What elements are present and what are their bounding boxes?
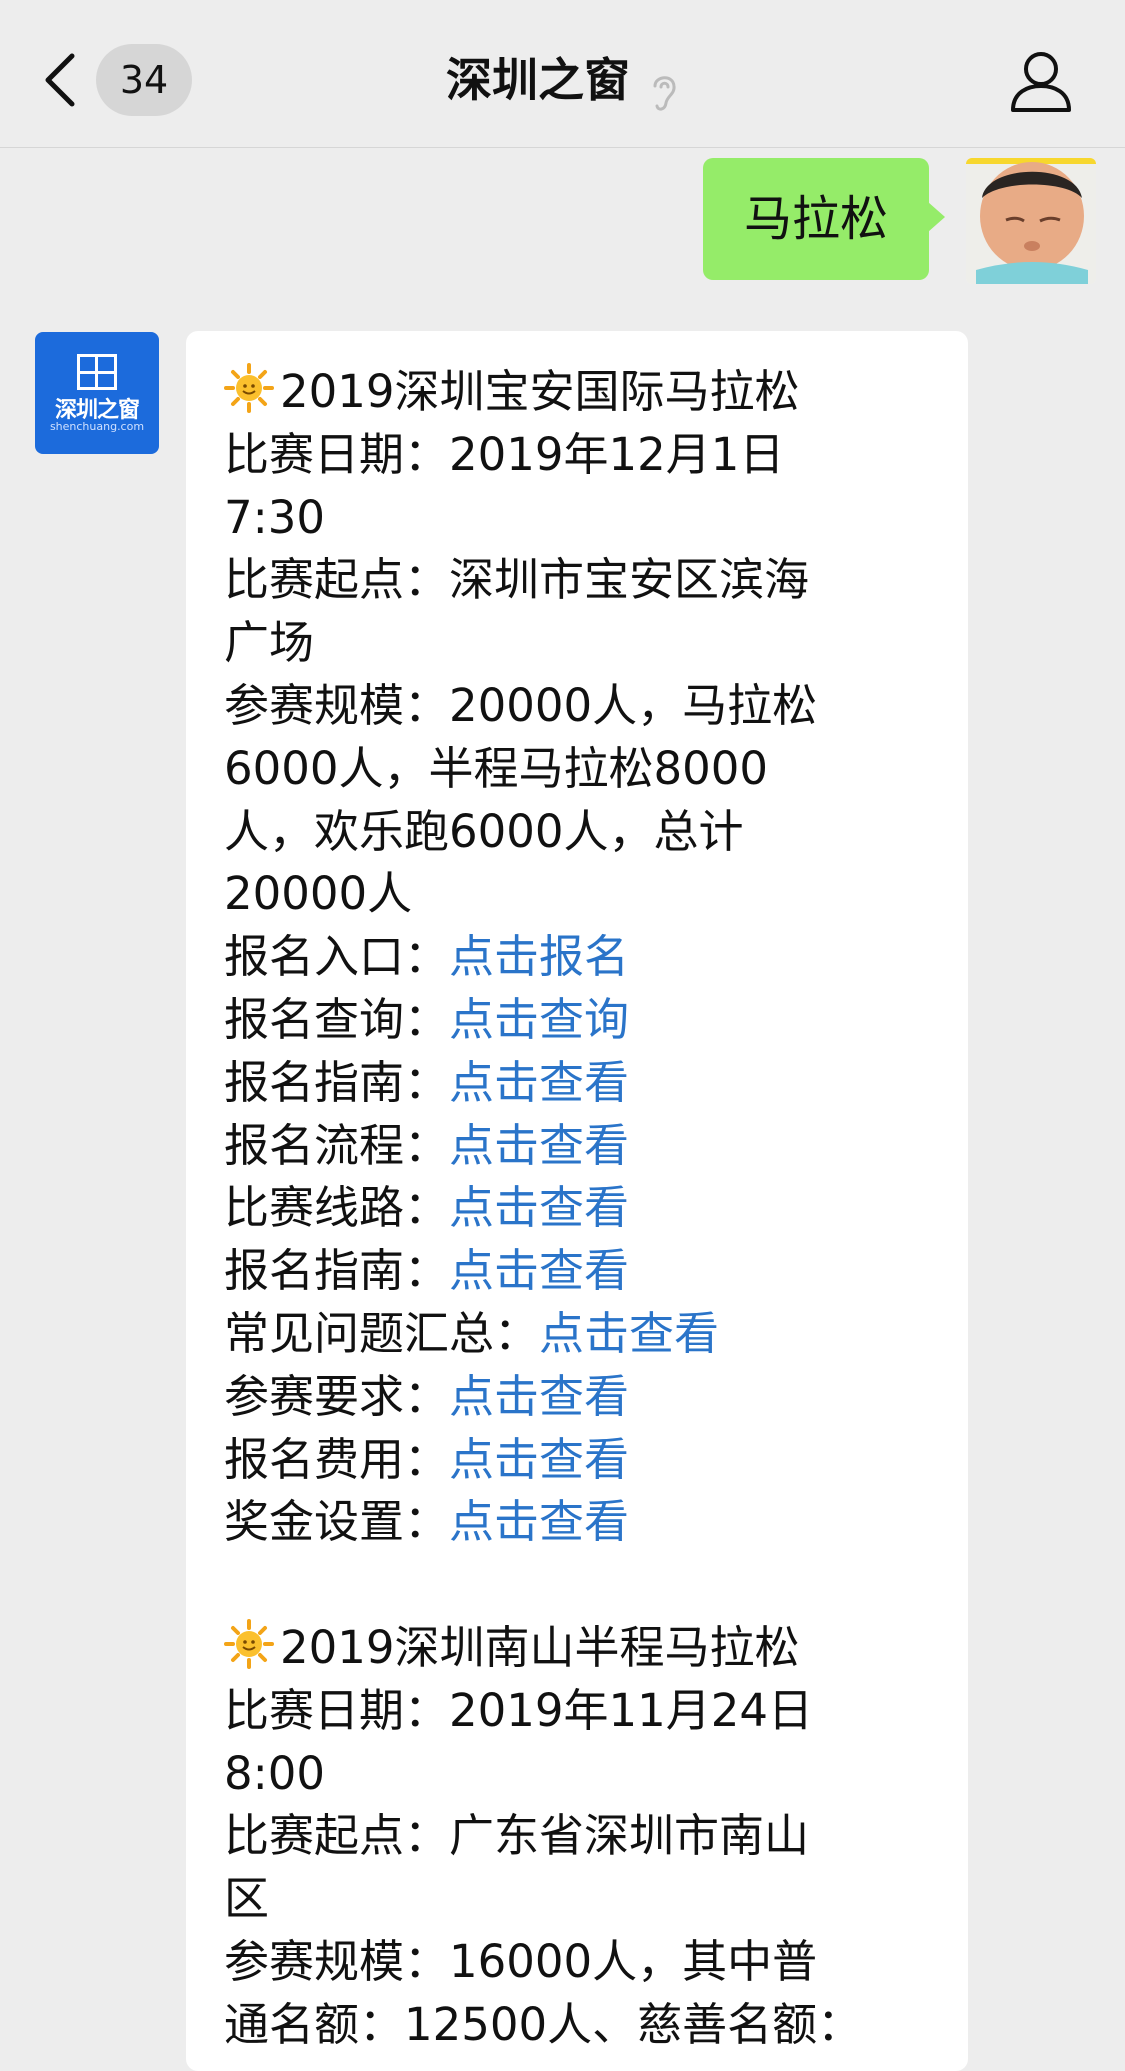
info-text-line: 20000人	[224, 863, 944, 926]
line-label: 区	[224, 1872, 270, 1926]
line-label: 常见问题汇总：	[224, 1306, 540, 1360]
window-logo-icon	[77, 354, 117, 390]
line-label: 广场	[224, 616, 315, 670]
view-link[interactable]: 点击查看	[539, 1307, 719, 1360]
info-text-line: 比赛日期：2019年12月1日	[224, 424, 944, 487]
info-text-line: 6000人，半程马拉松8000	[224, 738, 944, 801]
user-message-row: 马拉松	[0, 150, 1125, 290]
user-avatar[interactable]	[966, 158, 1096, 284]
line-label: 报名费用：	[224, 1432, 450, 1486]
view-link[interactable]: 点击查看	[449, 1181, 629, 1234]
line-label: 比赛线路：	[224, 1181, 450, 1235]
line-label: 6000人，半程马拉松8000	[224, 741, 769, 795]
view-link[interactable]: 点击查看	[449, 1370, 629, 1423]
info-link-row: 报名费用：点击查看	[224, 1429, 944, 1492]
view-link[interactable]: 点击查看	[449, 1056, 629, 1109]
info-text-line: 广场	[224, 612, 944, 675]
info-link-row: 参赛要求：点击查看	[224, 1366, 944, 1429]
info-text-line: 通名额：12500人、慈善名额：	[224, 1994, 944, 2057]
info-text-line: 比赛起点：广东省深圳市南山	[224, 1805, 944, 1868]
info-link-row: 报名指南：点击查看	[224, 1052, 944, 1115]
info-text-line: 参赛规模：20000人，马拉松	[224, 675, 944, 738]
line-label: 报名查询：	[224, 992, 450, 1046]
bot-avatar[interactable]: 深圳之窗 shenchuang.com	[35, 332, 159, 454]
line-label: 人，欢乐跑6000人，总计	[224, 804, 744, 858]
info-link-row: 报名入口：点击报名	[224, 926, 944, 989]
line-label: 通名额：12500人、慈善名额：	[224, 1997, 863, 2051]
line-label: 奖金设置：	[224, 1495, 450, 1549]
bot-message-text: 2019深圳宝安国际马拉松比赛日期：2019年12月1日 7:30 比赛起点：深圳市…	[224, 361, 944, 2057]
info-text-line: 8:00	[224, 1743, 944, 1806]
view-link[interactable]: 点击查看	[449, 1495, 629, 1548]
info-link-row: 常见问题汇总：点击查看	[224, 1303, 944, 1366]
view-link[interactable]: 点击查看	[449, 1119, 629, 1172]
line-label: 20000人	[224, 867, 413, 921]
line-label: 比赛起点：深圳市宝安区滨海	[224, 553, 810, 607]
line-label: 2019深圳宝安国际马拉松	[280, 365, 800, 418]
info-link-row: 报名查询：点击查询	[224, 989, 944, 1052]
view-link[interactable]: 点击查询	[449, 993, 629, 1046]
info-link-row: 奖金设置：点击查看	[224, 1491, 944, 1554]
line-label: 比赛日期：2019年11月24日	[224, 1683, 814, 1737]
title-wrap: 深圳之窗	[0, 40, 1125, 120]
user-message-text: 马拉松	[743, 191, 888, 247]
line-label: 参赛要求：	[224, 1369, 450, 1423]
bot-message-bubble: 2019深圳宝安国际马拉松比赛日期：2019年12月1日 7:30 比赛起点：深圳市…	[186, 331, 968, 2071]
sun-emoji-icon	[224, 363, 274, 413]
user-message-bubble[interactable]: 马拉松	[703, 158, 945, 280]
info-text-line: 区	[224, 1868, 944, 1931]
info-link-row: 比赛线路：点击查看	[224, 1177, 944, 1240]
bot-logo-domain: shenchuang.com	[49, 420, 145, 433]
info-text-line: 比赛日期：2019年11月24日	[224, 1680, 944, 1743]
info-text-line: 参赛规模：16000人，其中普	[224, 1931, 944, 1994]
info-link-row: 报名流程：点击查看	[224, 1115, 944, 1178]
line-label: 8:00	[224, 1746, 326, 1800]
info-text-line: 人，欢乐跑6000人，总计	[224, 801, 944, 864]
line-label: 2019深圳南山半程马拉松	[280, 1620, 800, 1674]
info-text-line	[224, 1554, 944, 1617]
sun-emoji-icon	[224, 1618, 274, 1669]
line-label: 报名入口：	[224, 930, 450, 984]
line-label: 7:30	[224, 490, 326, 544]
info-link-row: 报名指南：点击查看	[224, 1240, 944, 1303]
profile-icon[interactable]	[1008, 48, 1074, 114]
ear-icon	[653, 75, 676, 111]
line-label: 报名指南：	[224, 1055, 450, 1109]
line-label: 比赛日期：2019年12月1日	[224, 427, 785, 481]
info-text-line: 2019深圳南山半程马拉松	[224, 1617, 944, 1680]
line-label: 报名流程：	[224, 1118, 450, 1172]
line-label: 参赛规模：16000人，其中普	[224, 1934, 818, 1988]
line-label: 报名指南：	[224, 1244, 450, 1298]
chat-header: 34 深圳之窗	[0, 0, 1125, 148]
chat-title: 深圳之窗	[445, 53, 630, 107]
line-label: 参赛规模：20000人，马拉松	[224, 678, 818, 732]
view-link[interactable]: 点击查看	[449, 1244, 629, 1297]
info-text-line: 比赛起点：深圳市宝安区滨海	[224, 549, 944, 612]
view-link[interactable]: 点击查看	[449, 1433, 629, 1486]
view-link[interactable]: 点击报名	[449, 930, 629, 983]
info-text-line: 7:30	[224, 487, 944, 550]
line-label: 比赛起点：广东省深圳市南山	[224, 1809, 810, 1863]
user-avatar-image	[966, 158, 1096, 284]
info-text-line: 2019深圳宝安国际马拉松	[224, 361, 944, 424]
